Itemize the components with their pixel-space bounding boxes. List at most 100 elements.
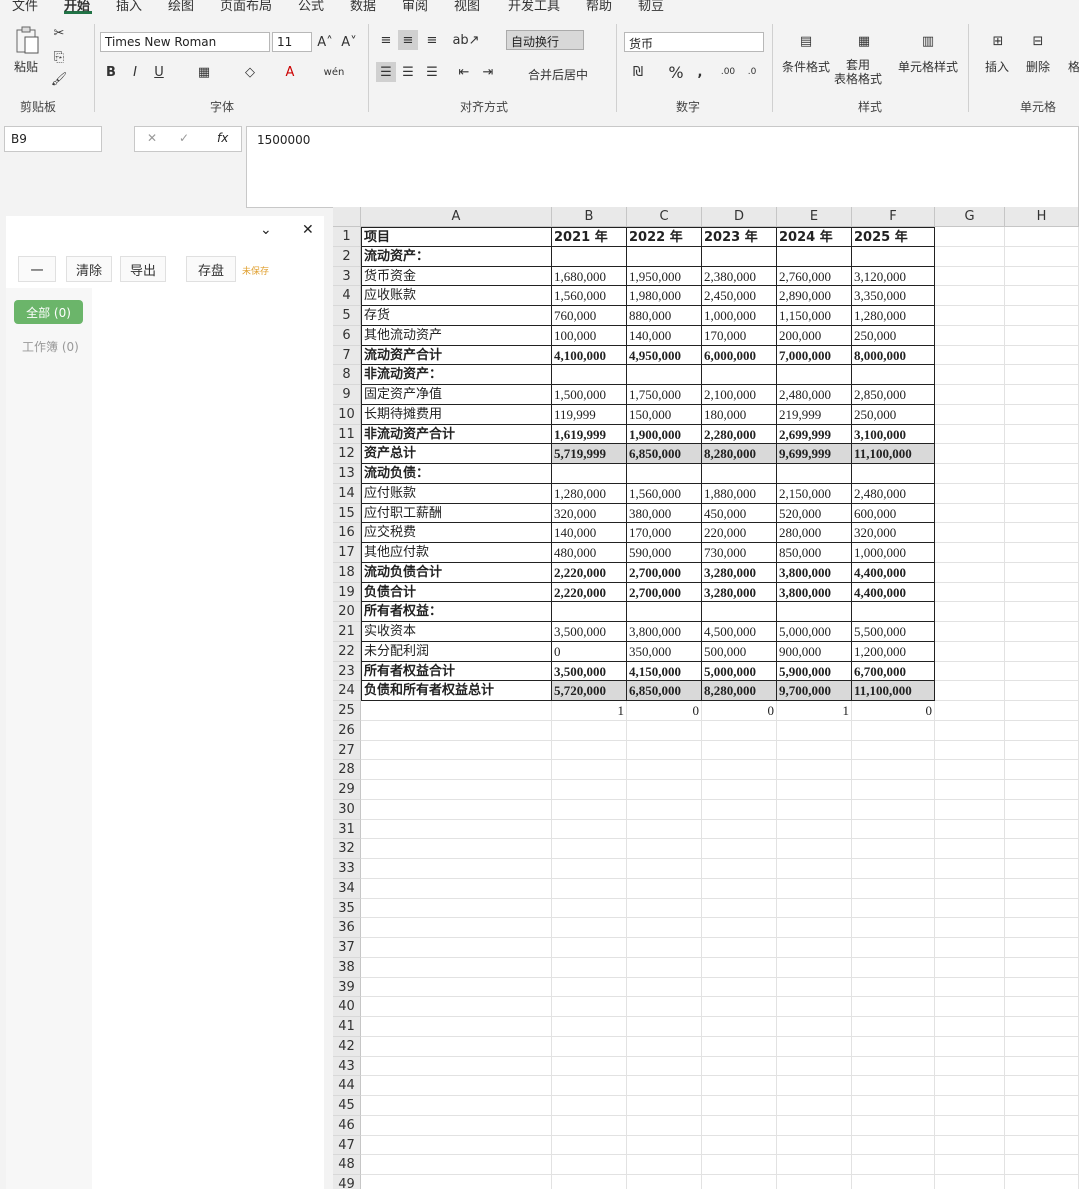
cell-B46[interactable] xyxy=(552,1115,627,1136)
cell-D6[interactable]: 170,000 xyxy=(702,325,777,346)
cell-C36[interactable] xyxy=(627,918,702,938)
row-header-25[interactable]: 25 xyxy=(333,701,361,721)
cell-B48[interactable] xyxy=(552,1155,627,1175)
column-header-A[interactable]: A xyxy=(361,207,552,227)
cell-G47[interactable] xyxy=(935,1135,1005,1156)
cell-D12[interactable]: 8,280,000 xyxy=(702,444,777,464)
cell-G12[interactable] xyxy=(935,444,1005,464)
cell-style-button[interactable]: 单元格样式 xyxy=(898,58,958,75)
row-header-18[interactable]: 18 xyxy=(333,562,361,583)
cell-G9[interactable] xyxy=(935,385,1005,405)
cell-E10[interactable]: 219,999 xyxy=(777,404,852,425)
cell-F16[interactable]: 320,000 xyxy=(852,523,935,543)
row-header-3[interactable]: 3 xyxy=(333,266,361,287)
row-header-48[interactable]: 48 xyxy=(333,1155,361,1175)
row-header-7[interactable]: 7 xyxy=(333,345,361,366)
row-header-10[interactable]: 10 xyxy=(333,404,361,425)
cell-B42[interactable] xyxy=(552,1036,627,1057)
cell-F9[interactable]: 2,850,000 xyxy=(852,385,935,405)
column-header-D[interactable]: D xyxy=(702,207,777,227)
cell-G29[interactable] xyxy=(935,780,1005,800)
cell-D40[interactable] xyxy=(702,997,777,1017)
cell-H36[interactable] xyxy=(1005,918,1079,938)
cell-H46[interactable] xyxy=(1005,1115,1079,1136)
cell-E47[interactable] xyxy=(777,1135,852,1156)
row-header-37[interactable]: 37 xyxy=(333,938,361,958)
cell-D26[interactable] xyxy=(702,720,777,741)
cell-A6[interactable]: 其他流动资产 xyxy=(361,325,552,346)
row-header-35[interactable]: 35 xyxy=(333,898,361,919)
copy-icon[interactable]: ⎘ xyxy=(50,48,68,66)
cell-G37[interactable] xyxy=(935,938,1005,958)
row-header-8[interactable]: 8 xyxy=(333,365,361,385)
cell-E9[interactable]: 2,480,000 xyxy=(777,385,852,405)
cell-A48[interactable] xyxy=(361,1155,552,1175)
menu-tab-7[interactable]: 审阅 xyxy=(402,0,428,14)
cell-F45[interactable] xyxy=(852,1096,935,1116)
cell-D31[interactable] xyxy=(702,819,777,840)
cell-G39[interactable] xyxy=(935,977,1005,998)
italic-icon[interactable]: I xyxy=(126,62,144,82)
cell-F11[interactable]: 3,100,000 xyxy=(852,424,935,445)
cell-H2[interactable] xyxy=(1005,246,1079,267)
cell-D22[interactable]: 500,000 xyxy=(702,641,777,662)
row-header-39[interactable]: 39 xyxy=(333,977,361,998)
cell-F44[interactable] xyxy=(852,1076,935,1096)
cell-D17[interactable]: 730,000 xyxy=(702,543,777,563)
cell-E44[interactable] xyxy=(777,1076,852,1096)
cell-D10[interactable]: 180,000 xyxy=(702,404,777,425)
cell-D8[interactable] xyxy=(702,365,777,385)
format-button[interactable]: 格 xyxy=(1068,58,1079,75)
table-format-button[interactable]: 套用 表格格式 xyxy=(834,58,882,86)
cell-H43[interactable] xyxy=(1005,1056,1079,1077)
cell-D33[interactable] xyxy=(702,859,777,879)
cell-H21[interactable] xyxy=(1005,622,1079,642)
cell-C15[interactable]: 380,000 xyxy=(627,503,702,524)
cell-F36[interactable] xyxy=(852,918,935,938)
cell-E42[interactable] xyxy=(777,1036,852,1057)
decrease-decimal-icon[interactable]: .0 xyxy=(742,62,762,82)
cell-E31[interactable] xyxy=(777,819,852,840)
cell-C24[interactable]: 6,850,000 xyxy=(627,681,702,701)
cell-E32[interactable] xyxy=(777,839,852,859)
cell-E18[interactable]: 3,800,000 xyxy=(777,562,852,583)
cell-F8[interactable] xyxy=(852,365,935,385)
row-header-6[interactable]: 6 xyxy=(333,325,361,346)
menu-tab-0[interactable]: 文件 xyxy=(12,0,38,14)
cell-A18[interactable]: 流动负债合计 xyxy=(361,562,552,583)
cell-A8[interactable]: 非流动资产： xyxy=(361,365,552,385)
cell-E33[interactable] xyxy=(777,859,852,879)
cell-C6[interactable]: 140,000 xyxy=(627,325,702,346)
delete-cells-icon[interactable]: ⊟ xyxy=(1024,28,1052,54)
cell-B13[interactable] xyxy=(552,464,627,484)
menu-tab-9[interactable]: 开发工具 xyxy=(508,0,560,14)
align-bottom-icon[interactable]: ≡ xyxy=(422,30,442,50)
cell-G43[interactable] xyxy=(935,1056,1005,1077)
cell-E30[interactable] xyxy=(777,799,852,820)
row-header-4[interactable]: 4 xyxy=(333,286,361,306)
fill-color-icon[interactable]: ◇ xyxy=(240,62,260,82)
cell-G5[interactable] xyxy=(935,306,1005,326)
cell-A28[interactable] xyxy=(361,760,552,780)
column-header-E[interactable]: E xyxy=(777,207,852,227)
cell-A12[interactable]: 资产总计 xyxy=(361,444,552,464)
fx-icon[interactable]: fx xyxy=(217,131,228,145)
cell-A3[interactable]: 货币资金 xyxy=(361,266,552,287)
cell-H49[interactable] xyxy=(1005,1175,1079,1189)
cell-C26[interactable] xyxy=(627,720,702,741)
cell-B21[interactable]: 3,500,000 xyxy=(552,622,627,642)
cell-C32[interactable] xyxy=(627,839,702,859)
row-header-19[interactable]: 19 xyxy=(333,582,361,603)
cell-B27[interactable] xyxy=(552,740,627,761)
cell-H37[interactable] xyxy=(1005,938,1079,958)
cell-D32[interactable] xyxy=(702,839,777,859)
cell-D42[interactable] xyxy=(702,1036,777,1057)
cell-C43[interactable] xyxy=(627,1056,702,1077)
cell-E29[interactable] xyxy=(777,780,852,800)
row-header-12[interactable]: 12 xyxy=(333,444,361,464)
cell-style-icon[interactable]: ▥ xyxy=(914,28,942,54)
cell-C28[interactable] xyxy=(627,760,702,780)
cell-A40[interactable] xyxy=(361,997,552,1017)
spreadsheet-grid[interactable]: A B C D E F G H 1 项目 2021 年 2022 年 2023 年 2024 年 2025 … xyxy=(333,207,1079,1189)
menu-tab-1[interactable]: 开始 xyxy=(64,0,90,14)
